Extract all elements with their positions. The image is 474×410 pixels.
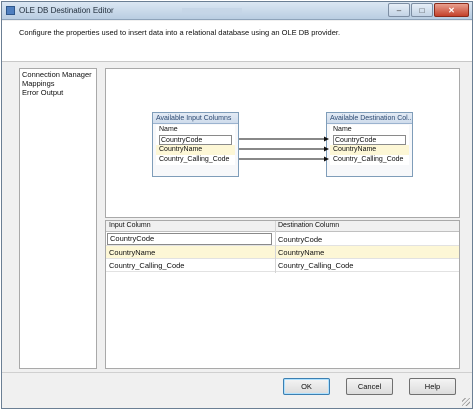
page-navigation: Connection Manager Mappings Error Output: [19, 68, 97, 369]
ok-button[interactable]: OK: [283, 378, 330, 395]
destination-column-cell[interactable]: CountryCode: [278, 235, 322, 244]
table-row[interactable]: Country_Calling_Code Country_Calling_Cod…: [106, 259, 459, 272]
mapping-arrows: [239, 136, 329, 162]
table-row[interactable]: CountryName CountryName: [106, 246, 459, 259]
nav-item-error-output[interactable]: Error Output: [20, 88, 96, 97]
window-title: OLE DB Destination Editor: [19, 6, 114, 15]
maximize-icon: □: [419, 5, 425, 15]
close-button[interactable]: ✕: [434, 3, 469, 17]
header-description: Configure the properties used to insert …: [19, 28, 341, 37]
footer-separator: [2, 372, 472, 373]
input-column-cell[interactable]: CountryName: [109, 248, 155, 257]
grid-header-row: Input Column Destination Column: [106, 221, 459, 232]
mapping-diagram: Available Input Columns Name CountryCode…: [105, 68, 460, 218]
destination-column-header[interactable]: Destination Column: [278, 222, 339, 229]
input-column-cell[interactable]: Country_Calling_Code: [109, 261, 184, 270]
ole-db-destination-editor-window: OLE DB Destination Editor – □ ✕ Configur…: [1, 1, 473, 409]
close-icon: ✕: [448, 5, 455, 15]
nav-item-mappings[interactable]: Mappings: [20, 79, 96, 88]
title-bar[interactable]: OLE DB Destination Editor – □ ✕: [2, 2, 472, 20]
app-icon: [6, 6, 15, 15]
nav-item-connection-manager[interactable]: Connection Manager: [20, 70, 96, 79]
destination-column-cell[interactable]: Country_Calling_Code: [278, 261, 353, 270]
title-ghost: [182, 8, 242, 13]
grid-column-divider: [275, 221, 276, 273]
minimize-button[interactable]: –: [388, 3, 410, 17]
input-column-cell[interactable]: CountryCode: [107, 233, 272, 245]
minimize-icon: –: [396, 5, 402, 15]
input-column-header[interactable]: Input Column: [109, 222, 151, 229]
destination-column-cell[interactable]: CountryName: [278, 248, 324, 257]
help-button[interactable]: Help: [409, 378, 456, 395]
mapping-grid: Input Column Destination Column CountryC…: [105, 220, 460, 369]
maximize-button[interactable]: □: [411, 3, 433, 17]
resize-grip-icon[interactable]: [462, 398, 470, 406]
table-row[interactable]: CountryCode CountryCode: [106, 233, 459, 246]
header-panel: Configure the properties used to insert …: [2, 21, 472, 62]
cancel-button[interactable]: Cancel: [346, 378, 393, 395]
